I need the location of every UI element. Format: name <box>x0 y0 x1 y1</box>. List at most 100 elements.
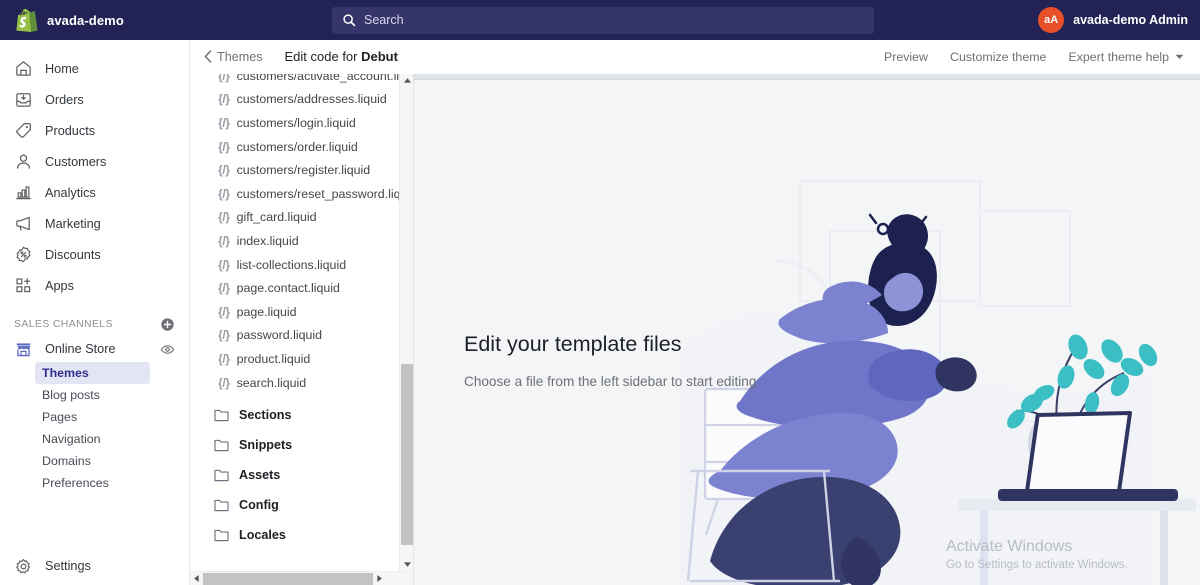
file-name: customers/addresses.liquid <box>236 92 387 107</box>
scroll-down-button[interactable] <box>400 558 414 571</box>
file-row[interactable]: {/} customers/reset_password.liq <box>190 182 399 206</box>
file-row[interactable]: {/} customers/addresses.liquid <box>190 88 399 112</box>
sidebar-item-label: Blog posts <box>42 388 100 402</box>
shopify-admin-window: avada-demo Search aA avada-demo Admin Ho… <box>0 0 1200 585</box>
home-icon <box>16 61 31 76</box>
sidebar-item-label: Themes <box>42 366 89 380</box>
plus-circle-icon[interactable] <box>160 317 175 332</box>
eye-icon[interactable] <box>160 342 175 357</box>
file-name: product.liquid <box>236 351 311 366</box>
brand-area[interactable]: avada-demo <box>0 8 190 32</box>
liquid-file-icon: {/} <box>218 257 230 272</box>
sidebar-item-home[interactable]: Home <box>0 56 189 81</box>
folder-row-locales[interactable]: Locales <box>190 520 399 550</box>
file-row[interactable]: {/} page.liquid <box>190 300 399 324</box>
preview-button[interactable]: Preview <box>884 50 928 64</box>
folder-label: Assets <box>239 468 281 483</box>
sidebar-item-navigation[interactable]: Navigation <box>0 428 189 450</box>
file-row[interactable]: {/} gift_card.liquid <box>190 206 399 230</box>
sidebar-item-marketing[interactable]: Marketing <box>0 211 189 236</box>
liquid-file-icon: {/} <box>218 210 230 225</box>
folder-label: Locales <box>239 528 286 543</box>
scroll-left-button[interactable] <box>190 572 203 585</box>
sidebar-item-domains[interactable]: Domains <box>0 450 189 472</box>
liquid-file-icon: {/} <box>218 74 230 83</box>
sidebar-item-orders[interactable]: Orders <box>0 87 189 112</box>
sidebar-item-apps[interactable]: Apps <box>0 273 189 298</box>
liquid-file-icon: {/} <box>218 281 230 296</box>
chevron-left-icon <box>204 50 212 63</box>
sidebar-item-label: Pages <box>42 410 78 424</box>
file-tree-horizontal-scrollbar[interactable] <box>190 571 413 585</box>
horizontal-scroll-thumb[interactable] <box>203 572 373 585</box>
chevron-down-icon <box>403 562 411 567</box>
folder-icon <box>214 409 229 421</box>
editor-content-area: Edit your template files Choose a file f… <box>414 40 1200 585</box>
sidebar-item-pages[interactable]: Pages <box>0 406 189 428</box>
folder-label: Snippets <box>239 438 293 453</box>
folder-row-config[interactable]: Config <box>190 490 399 520</box>
file-row[interactable]: {/} customers/order.liquid <box>190 135 399 159</box>
sidebar-item-preferences[interactable]: Preferences <box>0 472 189 494</box>
file-row[interactable]: {/} product.liquid <box>190 347 399 371</box>
expert-theme-help-button[interactable]: Expert theme help <box>1068 50 1184 64</box>
liquid-file-icon: {/} <box>218 92 230 107</box>
sidebar-item-themes[interactable]: Themes <box>35 362 150 384</box>
discounts-percent-icon <box>16 246 31 263</box>
file-row[interactable]: {/} index.liquid <box>190 229 399 253</box>
sidebar-item-online-store[interactable]: Online Store <box>0 336 189 362</box>
file-tree-vertical-scrollbar[interactable] <box>399 74 413 571</box>
avatar: aA <box>1038 7 1065 33</box>
sidebar-item-discounts[interactable]: Discounts <box>0 242 189 267</box>
sidebar-item-label: Marketing <box>45 216 101 231</box>
sidebar-item-label: Preferences <box>42 476 109 490</box>
sidebar-item-settings[interactable]: Settings <box>0 547 189 585</box>
folder-row-assets[interactable]: Assets <box>190 460 399 490</box>
file-name: list-collections.liquid <box>236 257 347 272</box>
customize-theme-button[interactable]: Customize theme <box>950 50 1046 64</box>
file-name: customers/register.liquid <box>236 163 371 178</box>
folder-row-sections[interactable]: Sections <box>190 400 399 430</box>
search-input[interactable]: Search <box>332 6 874 34</box>
settings-label: Settings <box>45 559 91 573</box>
liquid-file-icon: {/} <box>218 375 230 390</box>
sales-channels-title: SALES CHANNELS <box>14 318 113 330</box>
breadcrumb-back-themes[interactable]: Themes <box>190 50 263 64</box>
sidebar-item-customers[interactable]: Customers <box>0 149 189 174</box>
file-row[interactable]: {/} page.contact.liquid <box>190 276 399 300</box>
file-row[interactable]: {/} customers/login.liquid <box>190 111 399 135</box>
search-placeholder: Search <box>364 13 404 27</box>
file-row[interactable]: {/} customers/register.liquid <box>190 158 399 182</box>
scroll-right-button[interactable] <box>373 572 386 585</box>
file-row[interactable]: {/} list-collections.liquid <box>190 253 399 277</box>
left-sidebar: Home Orders Products Customers Analytics… <box>0 40 190 585</box>
brand-name: avada-demo <box>47 12 124 28</box>
sales-channels-header: SALES CHANNELS <box>0 312 189 336</box>
file-row[interactable]: {/} search.liquid <box>190 371 399 395</box>
gear-icon <box>16 558 31 573</box>
expert-theme-help-label: Expert theme help <box>1068 49 1169 64</box>
folder-icon <box>214 529 229 541</box>
apps-grid-plus-icon <box>16 278 31 293</box>
marketing-megaphone-icon <box>16 216 30 231</box>
folder-icon <box>214 469 229 481</box>
page-title: Edit code for Debut <box>285 49 398 64</box>
scroll-up-button[interactable] <box>400 74 414 87</box>
sidebar-item-blog-posts[interactable]: Blog posts <box>0 384 189 406</box>
sidebar-item-label: Customers <box>45 154 107 169</box>
file-name: gift_card.liquid <box>236 210 317 225</box>
preview-label: Preview <box>883 49 929 64</box>
customers-person-icon <box>16 154 31 169</box>
folder-row-snippets[interactable]: Snippets <box>190 430 399 460</box>
sidebar-item-products[interactable]: Products <box>0 118 189 143</box>
sidebar-item-label: Domains <box>42 454 91 468</box>
sidebar-item-analytics[interactable]: Analytics <box>0 180 189 205</box>
shopify-bag-icon <box>16 8 38 32</box>
file-row[interactable]: {/} customers/activate_account.li <box>190 74 399 88</box>
file-name: customers/login.liquid <box>236 115 356 130</box>
file-row[interactable]: {/} password.liquid <box>190 324 399 348</box>
vertical-scroll-thumb[interactable] <box>401 364 413 545</box>
file-name: customers/reset_password.liq <box>236 186 399 201</box>
liquid-file-icon: {/} <box>218 115 230 130</box>
user-menu[interactable]: aA avada-demo Admin <box>1038 7 1188 33</box>
